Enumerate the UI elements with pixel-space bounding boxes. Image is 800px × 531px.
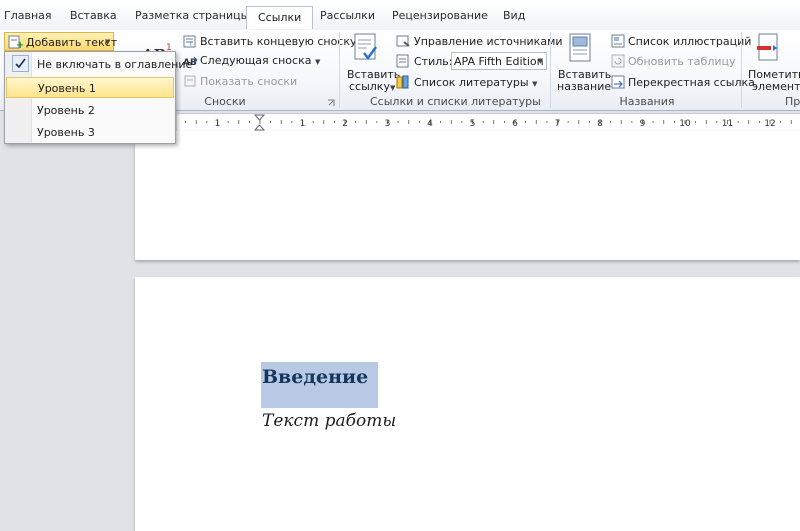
mark-entry-label-2[interactable]: элемент	[752, 80, 800, 93]
menu-item-label: Уровень 2	[37, 104, 95, 117]
group-separator	[741, 32, 742, 108]
bibliography-icon	[396, 75, 411, 92]
ruler-number: 4	[427, 119, 433, 129]
update-table-icon	[611, 54, 626, 71]
bibliography-button[interactable]: Список литературы ▼	[414, 76, 538, 89]
table-of-figures-icon	[611, 34, 626, 51]
add-text-button[interactable]: + Добавить текст ▼	[4, 32, 118, 52]
ruler-number: 5	[470, 119, 476, 129]
group-separator	[550, 32, 551, 108]
ruler-number: 12	[764, 119, 775, 129]
bibliography-label: Список литературы	[414, 76, 529, 89]
tab-page-layout[interactable]: Разметка страницы	[135, 9, 249, 22]
ruler-number: 3	[385, 119, 391, 129]
table-of-figures-button[interactable]: Список иллюстраций	[628, 35, 751, 48]
menu-item-do-not-show[interactable]: Не включать в оглавление	[6, 54, 192, 75]
menu-item-level-2[interactable]: Уровень 2	[6, 100, 174, 121]
add-text-icon: +	[8, 35, 24, 52]
style-label: Стиль:	[414, 55, 453, 68]
insert-endnote-button[interactable]: Вставить концевую сноску	[200, 35, 357, 48]
svg-text:+: +	[16, 40, 23, 49]
footnotes-group-label: Сноски	[204, 95, 246, 108]
add-text-label: Добавить текст	[26, 36, 118, 49]
citation-style-value: APA Fifth Edition	[454, 55, 544, 68]
style-icon	[396, 54, 411, 71]
next-footnote-label: Следующая сноска	[200, 54, 312, 67]
tab-home[interactable]: Главная	[4, 9, 52, 22]
group-separator	[339, 32, 340, 108]
tab-references[interactable]: Ссылки	[246, 6, 314, 29]
ruler-number: 1	[215, 119, 221, 129]
horizontal-ruler[interactable]: 1 1 2 3 4 5 6 7 8 9 10 11 12	[177, 113, 800, 132]
citation-style-select[interactable]: APA Fifth Edition ▼	[451, 52, 547, 70]
ribbon-tab-bar: Главная Вставка Разметка страницы Ссылки…	[0, 0, 800, 31]
check-icon	[12, 55, 29, 72]
menu-item-level-1[interactable]: Уровень 1	[6, 77, 174, 98]
document-page-1[interactable]	[135, 131, 800, 260]
tab-view[interactable]: Вид	[503, 9, 525, 22]
ruler-number: 7	[555, 119, 561, 129]
menu-item-label: Не включать в оглавление	[37, 58, 193, 71]
show-notes-icon	[184, 75, 197, 90]
document-heading[interactable]: Введение	[262, 366, 368, 388]
endnote-icon: i	[183, 35, 197, 51]
menu-item-level-3[interactable]: Уровень 3	[6, 122, 174, 143]
insert-caption-icon[interactable]	[568, 33, 594, 68]
manage-sources-button[interactable]: Управление источниками	[414, 35, 563, 48]
captions-group-label: Названия	[619, 95, 675, 108]
insert-citation-text: ссылку	[349, 80, 390, 93]
footnotes-dialog-launcher-icon[interactable]	[327, 97, 335, 110]
tab-insert[interactable]: Вставка	[70, 9, 117, 22]
menu-item-label: Уровень 1	[38, 82, 96, 95]
mark-entry-icon[interactable]	[756, 33, 782, 68]
manage-sources-icon	[396, 34, 411, 51]
update-table-button[interactable]: Обновить таблицу	[628, 55, 736, 68]
ruler-number: 10	[679, 119, 691, 129]
next-footnote-button[interactable]: Следующая сноска ▼	[200, 54, 320, 67]
ruler-number: 9	[640, 119, 646, 129]
menu-item-label: Уровень 3	[37, 126, 95, 139]
insert-citation-label-2[interactable]: ссылку▼	[349, 80, 395, 93]
citations-group-label: Ссылки и списки литературы	[370, 95, 541, 108]
ruler-number: 11	[722, 119, 733, 129]
ruler-number: 8	[597, 119, 603, 129]
ruler-number: 2	[342, 119, 348, 129]
cross-reference-button[interactable]: Перекрестная ссылка	[628, 76, 755, 89]
ruler-number: 1	[300, 119, 306, 129]
insert-citation-icon[interactable]	[352, 33, 382, 68]
index-group-label: Пр	[785, 95, 800, 108]
document-page-2[interactable]	[135, 277, 800, 531]
chevron-down-icon: ▼	[105, 38, 111, 46]
tab-review[interactable]: Рецензирование	[392, 9, 488, 22]
ruler-ticks: 1 1 2 3 4 5 6 7 8 9 10 11 12	[185, 119, 792, 129]
ruler-number: 6	[512, 119, 518, 129]
chevron-down-icon: ▼	[537, 57, 543, 65]
tab-mailings[interactable]: Рассылки	[320, 9, 375, 22]
insert-caption-label-2[interactable]: название	[557, 80, 611, 93]
document-body-text[interactable]: Текст работы	[262, 411, 396, 431]
show-notes-button[interactable]: Показать сноски	[200, 75, 297, 88]
add-text-dropdown-menu: Не включать в оглавление Уровень 1 Урове…	[4, 51, 192, 144]
cross-reference-icon	[611, 75, 626, 92]
